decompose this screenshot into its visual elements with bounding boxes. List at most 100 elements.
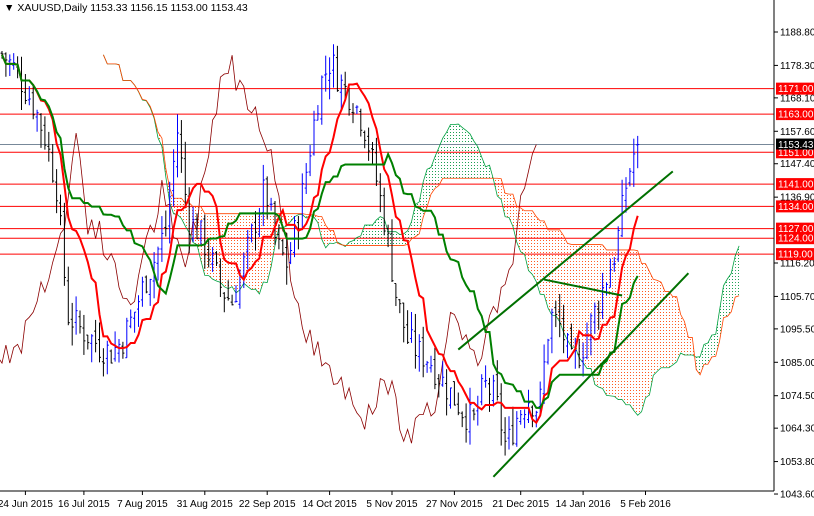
y-tick-label: 1064.30 <box>780 424 814 435</box>
ichimoku-cloud-segment <box>532 210 537 282</box>
y-tick-label: 1178.30 <box>780 61 814 72</box>
ichimoku-cloud-segment <box>626 249 630 405</box>
x-tick-label: 16 Jul 2015 <box>58 499 110 510</box>
ohlc-open: 1153.33 <box>90 2 128 14</box>
current-price-label: 1153.43 <box>778 140 814 151</box>
ichimoku-cloud-segment <box>571 244 576 348</box>
ichimoku-cloud-segment <box>267 213 272 283</box>
ichimoku-cloud-segment <box>411 204 416 239</box>
symbol-label: XAUUSD,Daily <box>17 2 88 14</box>
dropdown-triangle-icon[interactable]: ▼ <box>4 2 14 14</box>
ichimoku-cloud-segment <box>551 229 556 316</box>
price-chart[interactable]: 1188.801178.301168.101157.601147.401136.… <box>0 0 814 516</box>
level-price-label: 1134.00 <box>778 202 814 213</box>
x-tick-label: 5 Feb 2016 <box>620 499 671 510</box>
x-tick-label: 14 Jan 2016 <box>556 499 611 510</box>
ichimoku-cloud-segment <box>485 165 490 179</box>
ichimoku-cloud-segment <box>665 291 669 368</box>
ichimoku-cloud-segment <box>583 244 587 369</box>
ichimoku-cloud-segment <box>232 213 236 294</box>
ichimoku-cloud-segment <box>657 280 662 372</box>
ichimoku-cloud-segment <box>376 216 381 246</box>
y-tick-label: 1043.60 <box>780 490 814 501</box>
ichimoku-cloud-segment <box>594 244 599 388</box>
ichimoku-cloud-segment <box>610 249 615 397</box>
ichimoku-cloud-segment <box>602 244 607 396</box>
ichimoku-cloud-segment <box>622 249 626 405</box>
ichimoku-cloud-segment <box>329 230 334 244</box>
ichimoku-cloud-segment <box>563 235 568 341</box>
ichimoku-cloud-segment <box>641 263 646 412</box>
ichimoku-cloud-segment <box>520 207 525 255</box>
ichimoku-cloud-segment <box>442 132 447 179</box>
y-tick-label: 1188.80 <box>780 28 814 39</box>
x-tick-label: 5 Nov 2015 <box>366 499 418 510</box>
x-tick-label: 24 Jun 2015 <box>0 499 53 510</box>
x-tick-label: 21 Dec 2015 <box>492 499 549 510</box>
ichimoku-cloud-segment <box>458 124 463 179</box>
ichimoku-cloud-segment <box>727 273 732 317</box>
x-tick-label: 7 Aug 2015 <box>117 499 168 510</box>
ichimoku-cloud-segment <box>633 249 638 416</box>
ichimoku-cloud-segment <box>454 124 459 179</box>
level-price-label: 1119.00 <box>778 250 813 261</box>
ichimoku-cloud-segment <box>540 220 545 295</box>
ichimoku-cloud-segment <box>368 225 373 246</box>
ichimoku-cloud-segment <box>384 218 389 246</box>
y-tick-label: 1095.50 <box>780 324 814 335</box>
ichimoku-cloud-segment <box>555 229 560 322</box>
ichimoku-cloud-segment <box>668 291 673 368</box>
ichimoku-cloud-segment <box>661 282 665 368</box>
ichimoku-cloud-segment <box>637 250 642 416</box>
ichimoku-cloud-segment <box>434 147 439 189</box>
ichimoku-cloud-segment <box>208 213 213 280</box>
x-tick-label: 31 Aug 2015 <box>177 499 234 510</box>
ichimoku-cloud-segment <box>473 141 478 179</box>
x-tick-label: 14 Oct 2015 <box>302 499 357 510</box>
ichimoku-cloud-segment <box>438 138 443 186</box>
y-tick-label: 1085.00 <box>780 358 814 369</box>
y-tick-label: 1074.50 <box>780 391 814 402</box>
level-price-label: 1171.00 <box>778 84 814 95</box>
ichimoku-cloud-segment <box>653 279 658 376</box>
ichimoku-cloud-segment <box>380 216 385 246</box>
ichimoku-cloud-segment <box>672 296 677 365</box>
level-price-label: 1124.00 <box>778 234 814 245</box>
level-price-label: 1163.00 <box>778 110 814 121</box>
chart-title: ▼ XAUUSD,Daily 1153.33 1156.15 1153.00 1… <box>4 2 248 14</box>
level-price-label: 1141.00 <box>778 180 814 191</box>
ichimoku-cloud-segment <box>684 321 689 356</box>
ohlc-high: 1156.15 <box>130 2 168 14</box>
ichimoku-cloud-segment <box>481 157 486 179</box>
ichimoku-cloud-segment <box>200 206 205 276</box>
ichimoku-cloud-segment <box>544 220 548 309</box>
ichimoku-cloud-segment <box>446 124 451 179</box>
ichimoku-cloud-segment <box>462 127 467 179</box>
y-tick-label: 1147.40 <box>780 159 814 170</box>
ichimoku-cloud-segment <box>236 213 240 294</box>
ichimoku-cloud-segment <box>271 213 275 267</box>
ichimoku-cloud-segment <box>711 334 716 358</box>
ichimoku-cloud-segment <box>587 244 591 369</box>
ichimoku-cloud-segment <box>719 285 724 341</box>
ichimoku-cloud-segment <box>364 225 369 246</box>
ichimoku-cloud-segment <box>450 124 455 179</box>
ichimoku-cloud-segment <box>466 130 470 179</box>
y-tick-label: 1053.80 <box>780 457 814 468</box>
ohlc-low: 1153.00 <box>170 2 208 14</box>
ichimoku-cloud-segment <box>528 210 533 275</box>
ichimoku-cloud-segment <box>263 213 268 283</box>
ichimoku-cloud-segment <box>688 337 693 356</box>
ichimoku-cloud-segment <box>559 229 564 333</box>
x-tick-label: 22 Sep 2015 <box>239 499 296 510</box>
chart-window[interactable]: 1188.80 1178.30 1168.10 1157.60 1147.40 1136.… <box>0 0 814 516</box>
ichimoku-cloud-segment <box>704 342 708 365</box>
x-tick-label: 27 Nov 2015 <box>426 499 483 510</box>
ichimoku-cloud-segment <box>579 244 584 363</box>
ichimoku-cloud-segment <box>505 193 509 218</box>
ichimoku-cloud-segment <box>247 213 252 290</box>
y-tick-label: 1105.70 <box>780 292 814 303</box>
ichimoku-cloud-segment <box>185 202 190 233</box>
y-tick-label: 1157.60 <box>780 127 814 138</box>
ichimoku-cloud-segment <box>645 263 650 398</box>
